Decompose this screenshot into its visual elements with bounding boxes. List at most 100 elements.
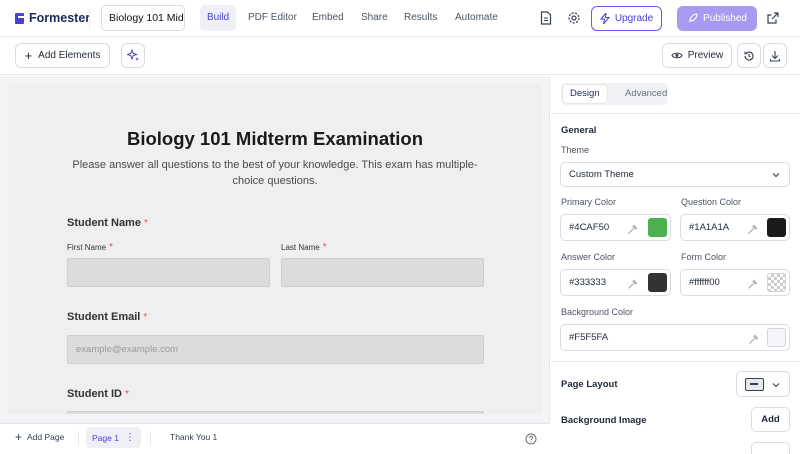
chevron-down-icon <box>772 372 780 393</box>
design-panel: Design Advanced General Theme Custom The… <box>551 76 800 454</box>
add-page-button[interactable]: + Add Page <box>15 429 65 444</box>
preview-label: Preview <box>687 50 724 61</box>
eyedropper-icon[interactable] <box>627 277 638 289</box>
upgrade-button[interactable]: Upgrade <box>591 6 662 31</box>
form-color-field[interactable]: #ffffff00 <box>680 269 790 296</box>
plus-icon: + <box>15 429 23 444</box>
ai-sparkle-button[interactable] <box>121 43 145 68</box>
tab-embed[interactable]: Embed <box>305 5 351 31</box>
preview-button[interactable]: Preview <box>662 43 732 68</box>
document-icon[interactable] <box>537 9 555 27</box>
divider <box>150 431 151 445</box>
background-color-value: #F5F5FA <box>569 332 609 343</box>
page-tab-1[interactable]: Page 1 ⋮ <box>86 427 141 448</box>
download-icon <box>769 50 781 62</box>
form-heading[interactable]: Biology 101 Midterm Examination <box>8 128 542 150</box>
form-color-swatch[interactable] <box>767 273 786 292</box>
question-label: Student Email <box>67 311 141 323</box>
history-button[interactable] <box>737 43 761 68</box>
plus-icon: + <box>24 47 33 63</box>
theme-select[interactable]: Custom Theme <box>560 162 790 187</box>
history-icon <box>744 51 754 61</box>
divider <box>78 431 79 445</box>
primary-color-field[interactable]: #4CAF50 <box>560 214 671 241</box>
eyedropper-icon[interactable] <box>747 222 758 234</box>
download-button[interactable] <box>763 43 787 68</box>
eyedropper-icon[interactable] <box>748 332 759 344</box>
settings-gear-icon[interactable] <box>565 9 583 27</box>
chevron-down-icon <box>772 163 780 187</box>
student-id-input[interactable] <box>67 411 484 414</box>
question-color-label: Question Color <box>681 197 742 207</box>
tab-share[interactable]: Share <box>354 5 395 31</box>
background-color-field[interactable]: #F5F5FA <box>560 324 790 351</box>
theme-label: Theme <box>561 145 590 155</box>
general-section-title: General <box>561 125 597 136</box>
answer-color-swatch[interactable] <box>648 273 667 292</box>
first-name-label: First Name * <box>67 242 114 253</box>
primary-color-value: #4CAF50 <box>569 222 610 233</box>
page-bar: + Add Page Page 1 ⋮ Thank You 1 <box>0 423 550 451</box>
question-student-email[interactable]: Student Email * <box>67 311 147 323</box>
tab-advanced[interactable]: Advanced <box>618 85 674 103</box>
required-mark: * <box>125 389 129 400</box>
next-section-button[interactable] <box>751 442 790 454</box>
question-student-name[interactable]: Student Name * <box>67 217 148 229</box>
first-name-input[interactable] <box>67 258 270 287</box>
external-link-icon[interactable] <box>764 9 782 27</box>
tab-automate[interactable]: Automate <box>448 5 505 31</box>
primary-color-swatch[interactable] <box>648 218 667 237</box>
published-button[interactable]: Published <box>677 6 757 31</box>
eyedropper-icon[interactable] <box>747 277 758 289</box>
divider <box>551 361 800 362</box>
app-logo[interactable]: Formester <box>15 11 90 25</box>
lightning-icon <box>599 13 610 24</box>
theme-value: Custom Theme <box>569 169 634 180</box>
form-color-label: Form Color <box>681 252 727 262</box>
answer-color-value: #333333 <box>569 277 606 288</box>
add-elements-button[interactable]: + Add Elements <box>15 43 110 68</box>
add-page-label: Add Page <box>27 432 65 442</box>
question-color-field[interactable]: #1A1A1A <box>680 214 790 241</box>
editor-toolbar: + Add Elements Preview <box>0 37 800 75</box>
tab-design[interactable]: Design <box>563 85 607 103</box>
question-label: Student Name <box>67 217 141 229</box>
layout-icon <box>745 378 764 391</box>
page-layout-label: Page Layout <box>561 379 618 390</box>
add-background-image-button[interactable]: Add <box>751 407 790 432</box>
question-label: Student ID <box>67 388 122 400</box>
add-elements-label: Add Elements <box>38 50 101 61</box>
tab-pdf-editor[interactable]: PDF Editor <box>241 5 304 31</box>
answer-color-field[interactable]: #333333 <box>560 269 671 296</box>
background-image-label: Background Image <box>561 415 647 426</box>
formester-logo-icon <box>15 12 24 24</box>
required-mark: * <box>143 312 148 323</box>
app-name: Formester <box>29 11 91 25</box>
sparkle-icon <box>126 49 139 61</box>
eyedropper-icon[interactable] <box>627 222 638 234</box>
question-student-id[interactable]: Student ID * <box>67 388 129 400</box>
last-name-input[interactable] <box>281 258 484 287</box>
eye-icon <box>671 52 683 59</box>
form-description[interactable]: Please answer all questions to the best … <box>70 157 480 189</box>
rocket-icon <box>688 13 698 23</box>
page-tab-thank-you[interactable]: Thank You 1 <box>170 432 217 442</box>
last-name-label: Last Name * <box>281 242 327 253</box>
page-layout-dropdown[interactable] <box>736 371 790 397</box>
form-title-field[interactable]: Biology 101 Midterm Examination <box>101 5 185 31</box>
upgrade-label: Upgrade <box>614 13 654 24</box>
tab-build[interactable]: Build <box>200 5 237 31</box>
help-icon[interactable] <box>525 432 537 450</box>
email-input[interactable]: example@example.com <box>67 335 484 364</box>
form-preview-card: Biology 101 Midterm Examination Please a… <box>8 84 542 414</box>
panel-tabs: Design Advanced <box>561 83 668 105</box>
background-color-swatch[interactable] <box>767 328 786 347</box>
more-vertical-icon[interactable]: ⋮ <box>125 432 135 443</box>
tab-results[interactable]: Results <box>397 5 444 31</box>
top-bar: Formester Biology 101 Midterm Examinatio… <box>0 0 800 37</box>
question-color-swatch[interactable] <box>767 218 786 237</box>
page-tab-label: Page 1 <box>92 432 119 443</box>
form-color-value: #ffffff00 <box>689 277 720 288</box>
question-color-value: #1A1A1A <box>689 222 730 233</box>
form-canvas: Biology 101 Midterm Examination Please a… <box>0 76 550 423</box>
